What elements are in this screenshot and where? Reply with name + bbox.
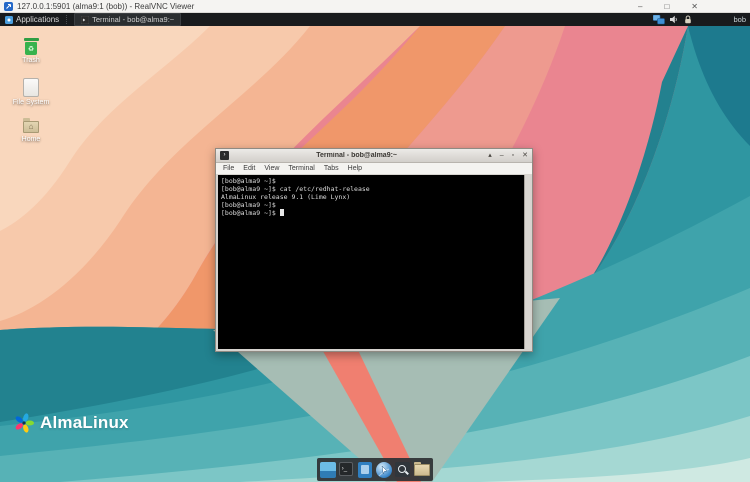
desktop-icon-label: Trash <box>22 57 40 64</box>
dock-app-finder-button[interactable] <box>395 461 411 478</box>
volume-tray-icon[interactable] <box>670 15 679 24</box>
trash-icon: ♻ <box>23 38 39 55</box>
terminal-dock-icon: ›_ <box>338 461 353 476</box>
show-desktop-button[interactable] <box>320 461 336 478</box>
desktop-icon-trash[interactable]: ♻ Trash <box>8 38 54 64</box>
applications-menu-icon <box>5 15 13 24</box>
file-system-icon <box>23 78 39 97</box>
terminal-line: [bob@alma9 ~]$ <box>221 177 276 185</box>
terminal-screen[interactable]: [bob@alma9 ~]$ [bob@alma9 ~]$ cat /etc/r… <box>218 175 524 349</box>
desktop[interactable]: ♻ Trash File System ⌂ Home › Terminal - … <box>0 26 750 482</box>
terminal-close-button[interactable]: ✕ <box>522 149 528 163</box>
panel-username: bob <box>733 15 746 24</box>
web-browser-globe-icon <box>376 461 393 478</box>
vnc-minimize-button[interactable]: – <box>638 0 642 13</box>
almalinux-logo-icon <box>13 412 35 434</box>
taskbar-terminal-icon <box>80 15 90 24</box>
terminal-prompt-line: [bob@alma9 ~]$ <box>221 209 524 217</box>
terminal-shade-button[interactable]: ▴ <box>488 149 492 163</box>
terminal-menubar: File Edit View Terminal Tabs Help <box>216 163 532 175</box>
desktop-icon-home[interactable]: ⌂ Home <box>8 118 54 143</box>
text-editor-icon <box>357 461 372 478</box>
panel-separator <box>66 15 68 24</box>
terminal-scrollbar[interactable] <box>524 175 530 349</box>
terminal-window-icon: › <box>220 151 229 160</box>
applications-menu-button[interactable]: Applications <box>0 13 64 26</box>
network-tray-icon[interactable] <box>652 14 665 25</box>
terminal-cursor <box>279 209 285 216</box>
menu-file[interactable]: File <box>223 165 234 172</box>
almalinux-logo-text: AlmaLinux <box>40 413 129 432</box>
dock: ›_ <box>317 458 433 481</box>
home-folder-icon: ⌂ <box>23 118 39 134</box>
terminal-window: › Terminal - bob@alma9:~ ▴ – ▫ ✕ File Ed… <box>215 148 533 352</box>
magnifier-icon <box>395 461 411 477</box>
show-desktop-icon <box>320 461 336 478</box>
menu-tabs[interactable]: Tabs <box>324 165 339 172</box>
dock-web-browser-button[interactable] <box>376 461 393 478</box>
vnc-titlebar[interactable]: 127.0.0.1:5901 (alma9:1 (bob)) - RealVNC… <box>0 0 750 13</box>
realvnc-logo-icon <box>4 1 13 11</box>
terminal-maximize-button[interactable]: ▫ <box>512 149 514 163</box>
folder-icon <box>413 461 430 476</box>
desktop-icon-label: Home <box>21 136 41 143</box>
screen: 127.0.0.1:5901 (alma9:1 (bob)) - RealVNC… <box>0 0 750 482</box>
terminal-window-title: Terminal - bob@alma9:~ <box>316 152 398 159</box>
vnc-close-button[interactable]: ✕ <box>691 0 698 13</box>
dock-file-manager-button[interactable] <box>413 461 430 478</box>
terminal-minimize-button[interactable]: – <box>500 149 504 163</box>
terminal-line: AlmaLinux release 9.1 (Lime Lynx) <box>221 193 351 201</box>
dock-text-editor-button[interactable] <box>357 461 374 478</box>
almalinux-logo: AlmaLinux <box>13 412 129 434</box>
menu-edit[interactable]: Edit <box>243 165 255 172</box>
applications-menu-label: Applications <box>16 15 60 24</box>
desktop-icon-file-system[interactable]: File System <box>8 78 54 106</box>
menu-help[interactable]: Help <box>348 165 362 172</box>
menu-view[interactable]: View <box>264 165 279 172</box>
top-panel: Applications Terminal - bob@alma9:~ bob <box>0 13 750 26</box>
terminal-titlebar[interactable]: › Terminal - bob@alma9:~ ▴ – ▫ ✕ <box>216 149 532 163</box>
lock-tray-icon[interactable] <box>684 15 692 24</box>
terminal-line: [bob@alma9 ~]$ cat /etc/redhat-release <box>221 185 370 193</box>
system-tray <box>652 13 692 26</box>
taskbar-terminal-button[interactable]: Terminal - bob@alma9:~ <box>74 13 182 26</box>
terminal-line: [bob@alma9 ~]$ <box>221 201 276 209</box>
menu-terminal[interactable]: Terminal <box>288 165 314 172</box>
vnc-maximize-button[interactable]: □ <box>664 0 669 13</box>
taskbar-terminal-label: Terminal - bob@alma9:~ <box>92 15 175 24</box>
desktop-icon-label: File System <box>12 99 50 106</box>
vnc-window-title: 127.0.0.1:5901 (alma9:1 (bob)) - RealVNC… <box>17 1 195 11</box>
dock-terminal-button[interactable]: ›_ <box>338 461 355 478</box>
